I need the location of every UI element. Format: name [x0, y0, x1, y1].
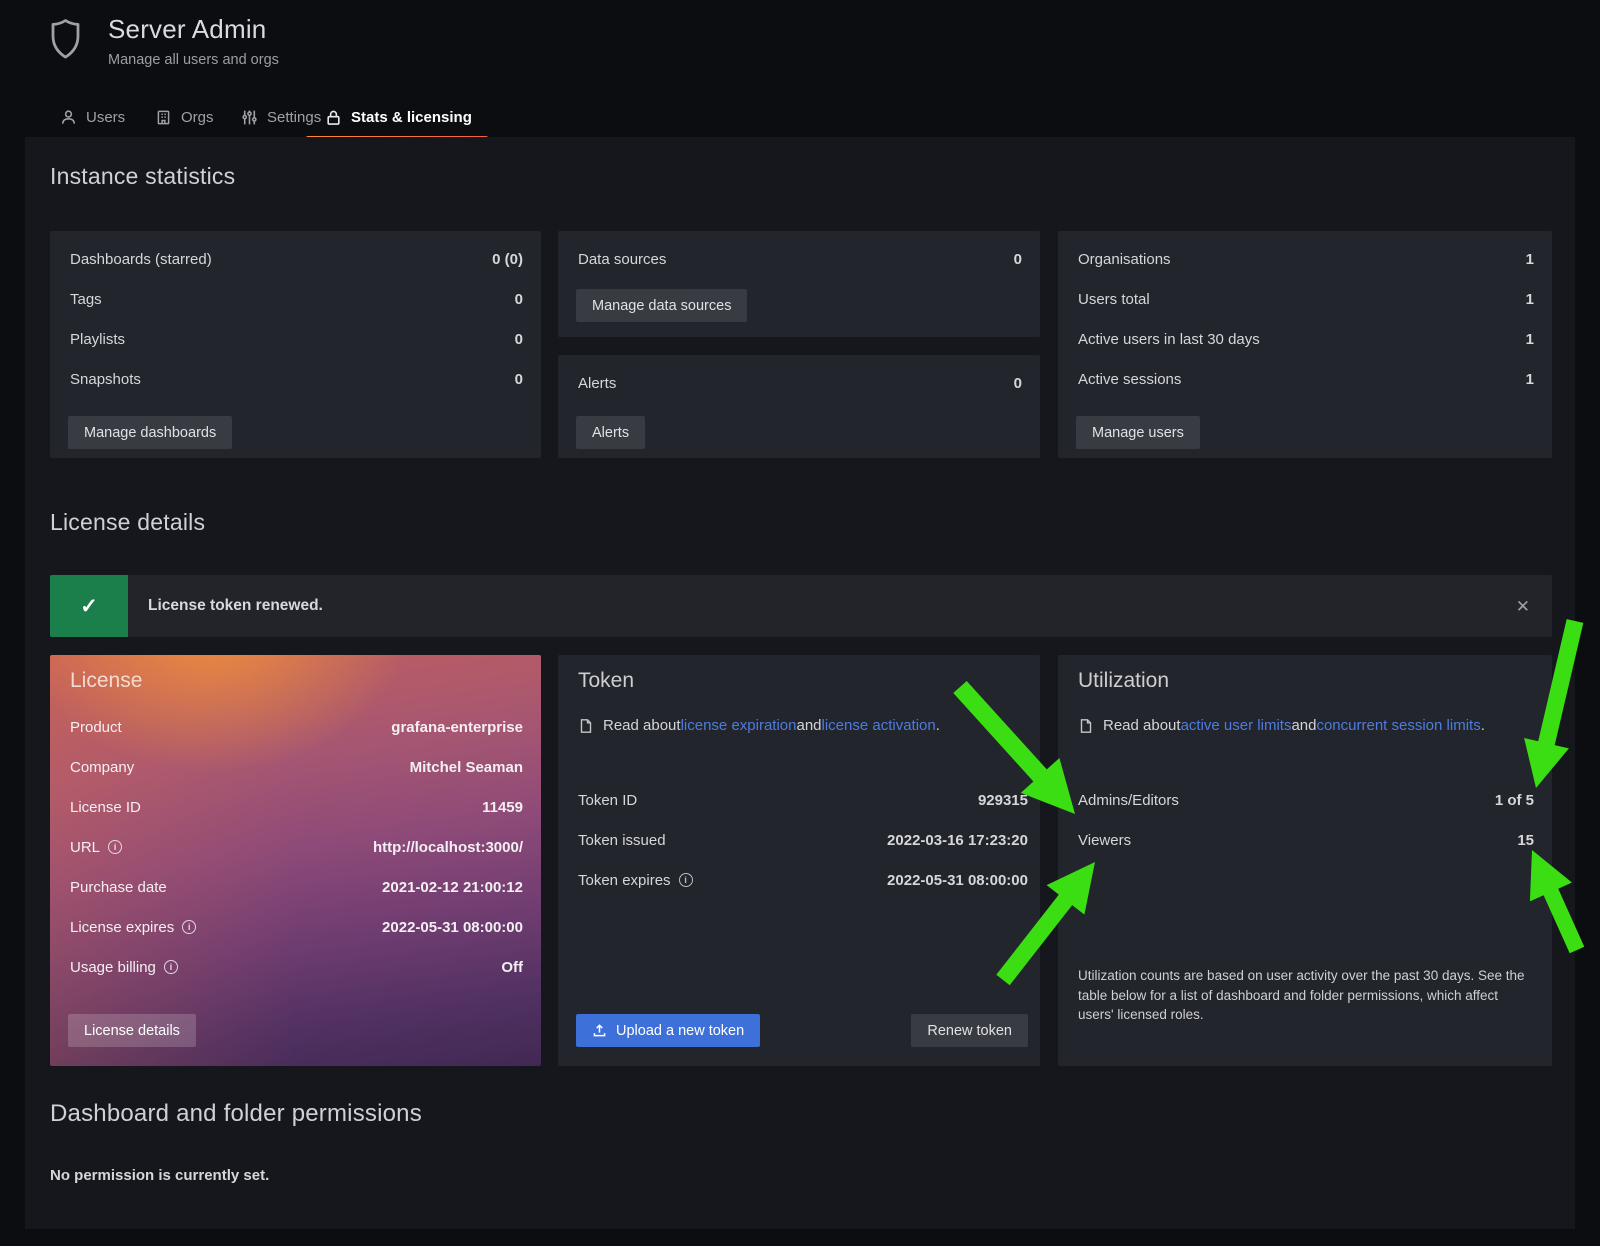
license-expiration-link[interactable]: license expiration: [681, 717, 797, 734]
shield-icon: [47, 16, 84, 62]
token-card-title: Token: [578, 669, 634, 693]
manage-users-button[interactable]: Manage users: [1076, 416, 1200, 449]
tab-users[interactable]: Users: [60, 101, 125, 133]
sliders-icon: [241, 109, 258, 126]
stat-row: Users total 1: [1078, 279, 1534, 319]
permissions-heading: Dashboard and folder permissions: [50, 1100, 422, 1128]
license-row: URL http://localhost:3000/: [70, 827, 523, 867]
utilization-docs-note: Read about active user limits and concur…: [1078, 717, 1536, 734]
info-icon[interactable]: [182, 920, 196, 934]
content-panel: Instance statistics Dashboards (starred)…: [25, 137, 1575, 1229]
server-admin-page: Server Admin Manage all users and orgs U…: [0, 0, 1600, 1246]
instance-statistics-heading: Instance statistics: [50, 163, 235, 190]
tab-bar: Users Orgs Settings Stats & licensing: [0, 101, 1600, 135]
tab-orgs[interactable]: Orgs: [155, 101, 214, 133]
tab-settings-label: Settings: [267, 109, 321, 126]
info-icon[interactable]: [108, 840, 122, 854]
manage-dashboards-button[interactable]: Manage dashboards: [68, 416, 232, 449]
tab-stats-label: Stats & licensing: [351, 109, 472, 126]
document-icon: [1078, 718, 1094, 734]
user-icon: [60, 109, 77, 126]
license-row: License ID 11459: [70, 787, 523, 827]
license-activation-link[interactable]: license activation: [822, 717, 936, 734]
utilization-card: Utilization Read about active user limit…: [1058, 655, 1552, 1066]
upload-token-button[interactable]: Upload a new token: [576, 1014, 760, 1047]
lock-icon: [325, 109, 342, 126]
page-title: Server Admin: [108, 14, 279, 45]
stat-row: Active sessions 1: [1078, 359, 1534, 399]
success-alert: ✓ License token renewed. ✕: [50, 575, 1552, 637]
license-row: Product grafana-enterprise: [70, 707, 523, 747]
license-row: Company Mitchel Seaman: [70, 747, 523, 787]
token-card: Token Read about license expiration and …: [558, 655, 1040, 1066]
token-row: Token expires 2022-05-31 08:00:00: [578, 860, 1028, 900]
check-icon: ✓: [50, 575, 128, 637]
stat-row: Active users in last 30 days 1: [1078, 319, 1534, 359]
license-card-title: License: [70, 669, 142, 693]
page-header: Server Admin Manage all users and orgs: [47, 14, 279, 68]
token-row: Token issued 2022-03-16 17:23:20: [578, 820, 1028, 860]
tab-settings[interactable]: Settings: [241, 101, 321, 133]
tab-stats-licensing[interactable]: Stats & licensing: [325, 101, 472, 133]
license-details-button[interactable]: License details: [68, 1014, 196, 1047]
stat-row: Playlists 0: [70, 319, 523, 359]
stat-row: Data sources 0: [578, 239, 1022, 279]
close-icon[interactable]: ✕: [1516, 598, 1530, 615]
datasources-card: Data sources 0 Manage data sources: [558, 231, 1040, 337]
info-icon[interactable]: [679, 873, 693, 887]
alerts-card: Alerts 0 Alerts: [558, 355, 1040, 458]
utilization-row: Viewers 15: [1078, 820, 1534, 860]
tab-users-label: Users: [86, 109, 125, 126]
active-user-limits-link[interactable]: active user limits: [1181, 717, 1292, 734]
upload-icon: [592, 1023, 607, 1038]
license-row: License expires 2022-05-31 08:00:00: [70, 907, 523, 947]
license-details-heading: License details: [50, 509, 205, 536]
stat-row: Organisations 1: [1078, 239, 1534, 279]
alerts-button[interactable]: Alerts: [576, 416, 645, 449]
license-card: License Product grafana-enterprise Compa…: [50, 655, 541, 1066]
alert-message: License token renewed.: [148, 597, 323, 615]
stat-row: Dashboards (starred) 0 (0): [70, 239, 523, 279]
utilization-footnote: Utilization counts are based on user act…: [1078, 966, 1530, 1025]
stat-row: Snapshots 0: [70, 359, 523, 399]
tab-orgs-label: Orgs: [181, 109, 214, 126]
token-row: Token ID 929315: [578, 780, 1028, 820]
license-row: Usage billing Off: [70, 947, 523, 987]
info-icon[interactable]: [164, 960, 178, 974]
manage-datasources-button[interactable]: Manage data sources: [576, 289, 747, 322]
license-row: Purchase date 2021-02-12 21:00:12: [70, 867, 523, 907]
dashboards-stats-card: Dashboards (starred) 0 (0) Tags 0 Playli…: [50, 231, 541, 458]
permissions-empty-message: No permission is currently set.: [50, 1167, 269, 1184]
users-stats-card: Organisations 1 Users total 1 Active use…: [1058, 231, 1552, 458]
token-docs-note: Read about license expiration and licens…: [578, 717, 1024, 734]
stat-row: Tags 0: [70, 279, 523, 319]
utilization-card-title: Utilization: [1078, 669, 1169, 693]
page-subtitle: Manage all users and orgs: [108, 52, 279, 68]
stat-row: Alerts 0: [578, 363, 1022, 403]
document-icon: [578, 718, 594, 734]
concurrent-session-limits-link[interactable]: concurrent session limits: [1316, 717, 1480, 734]
utilization-row: Admins/Editors 1 of 5: [1078, 780, 1534, 820]
renew-token-button[interactable]: Renew token: [911, 1014, 1028, 1047]
building-icon: [155, 109, 172, 126]
